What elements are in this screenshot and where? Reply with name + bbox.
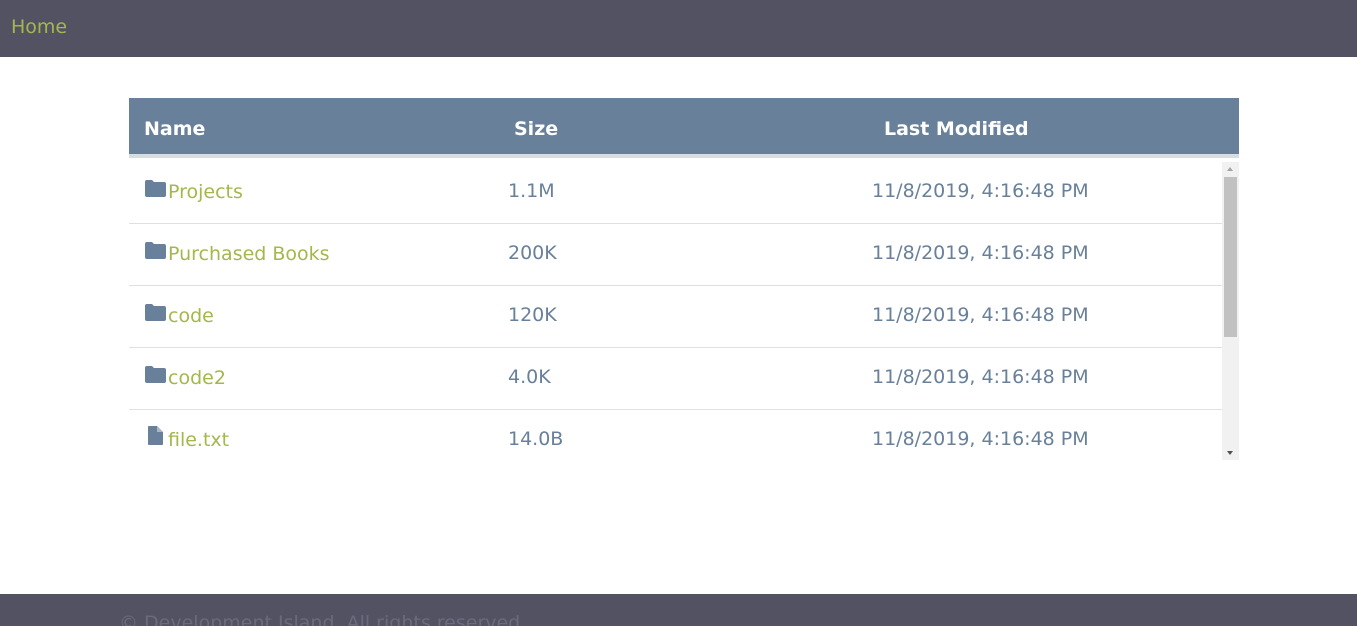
- folder-icon: [145, 180, 166, 197]
- scrollbar-thumb[interactable]: [1224, 177, 1237, 337]
- folder-icon: [145, 304, 166, 321]
- file-icon: [148, 426, 169, 445]
- file-last-modified: 11/8/2019, 4:16:48 PM: [872, 180, 1089, 202]
- file-last-modified: 11/8/2019, 4:16:48 PM: [872, 304, 1089, 326]
- file-size: 1.1M: [508, 180, 555, 202]
- table-row[interactable]: code2 4.0K 11/8/2019, 4:16:48 PM: [129, 348, 1222, 410]
- file-name-link[interactable]: file.txt: [168, 429, 229, 451]
- scroll-down-arrow-icon[interactable]: [1222, 446, 1239, 460]
- file-table: Name Size Last Modified Projects 1.1M 11…: [129, 98, 1239, 460]
- footer-bar: © Development Island. All rights reserve…: [0, 594, 1357, 626]
- file-name-link[interactable]: Projects: [168, 181, 243, 203]
- column-header-last-modified[interactable]: Last Modified: [884, 118, 1029, 140]
- top-nav-bar: Home: [0, 0, 1357, 57]
- table-header: Name Size Last Modified: [129, 98, 1239, 158]
- table-row[interactable]: file.txt 14.0B 11/8/2019, 4:16:48 PM: [129, 410, 1222, 460]
- table-row[interactable]: code 120K 11/8/2019, 4:16:48 PM: [129, 286, 1222, 348]
- home-link[interactable]: Home: [11, 16, 67, 38]
- table-scrollbar[interactable]: [1222, 162, 1239, 460]
- file-last-modified: 11/8/2019, 4:16:48 PM: [872, 428, 1089, 450]
- footer-copyright: © Development Island. All rights reserve…: [119, 612, 527, 626]
- file-name-link[interactable]: Purchased Books: [168, 243, 330, 265]
- file-size: 4.0K: [508, 366, 551, 388]
- file-name-link[interactable]: code2: [168, 367, 226, 389]
- file-last-modified: 11/8/2019, 4:16:48 PM: [872, 242, 1089, 264]
- table-row[interactable]: Purchased Books 200K 11/8/2019, 4:16:48 …: [129, 224, 1222, 286]
- column-header-name[interactable]: Name: [144, 118, 205, 140]
- table-row[interactable]: Projects 1.1M 11/8/2019, 4:16:48 PM: [129, 162, 1222, 224]
- file-size: 14.0B: [508, 428, 564, 450]
- folder-icon: [145, 242, 166, 259]
- file-last-modified: 11/8/2019, 4:16:48 PM: [872, 366, 1089, 388]
- file-name-link[interactable]: code: [168, 305, 214, 327]
- scroll-up-arrow-icon[interactable]: [1222, 162, 1239, 176]
- column-header-size[interactable]: Size: [514, 118, 558, 140]
- folder-icon: [145, 366, 166, 383]
- table-body: Projects 1.1M 11/8/2019, 4:16:48 PM Purc…: [129, 162, 1222, 460]
- file-size: 120K: [508, 304, 557, 326]
- file-size: 200K: [508, 242, 557, 264]
